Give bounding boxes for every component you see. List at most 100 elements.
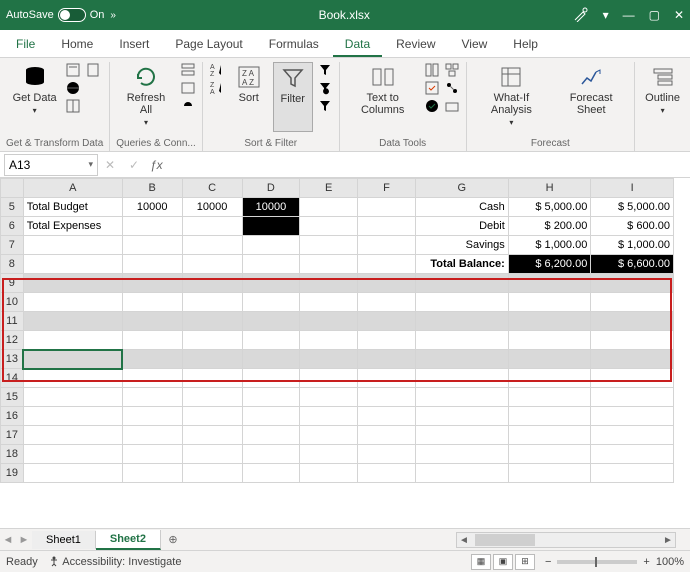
cell[interactable] xyxy=(415,312,508,331)
cell[interactable] xyxy=(415,350,508,369)
refresh-all-button[interactable]: Refresh All ▾ xyxy=(116,62,175,132)
sort-za-icon[interactable]: ZA xyxy=(209,80,225,96)
cell[interactable] xyxy=(300,388,358,407)
cell[interactable]: 10000 xyxy=(122,198,182,217)
cell[interactable] xyxy=(300,274,358,293)
flash-fill-icon[interactable] xyxy=(424,62,440,78)
reapply-icon[interactable] xyxy=(317,80,333,96)
cell[interactable]: 10000 xyxy=(182,198,242,217)
data-model-icon[interactable] xyxy=(444,98,460,114)
cell[interactable] xyxy=(358,274,416,293)
cell[interactable] xyxy=(122,274,182,293)
zoom-slider[interactable] xyxy=(557,560,637,564)
cell[interactable] xyxy=(300,312,358,331)
cell[interactable] xyxy=(242,426,300,445)
cell[interactable] xyxy=(23,445,122,464)
cell[interactable] xyxy=(508,274,591,293)
col-header[interactable]: F xyxy=(358,179,416,198)
col-header[interactable]: G xyxy=(415,179,508,198)
row-header[interactable]: 16 xyxy=(1,407,24,426)
cell[interactable] xyxy=(122,388,182,407)
cell[interactable] xyxy=(182,350,242,369)
cell[interactable] xyxy=(415,369,508,388)
cell[interactable] xyxy=(358,350,416,369)
row-header[interactable]: 15 xyxy=(1,388,24,407)
cell[interactable] xyxy=(23,426,122,445)
cell[interactable] xyxy=(508,293,591,312)
cell[interactable] xyxy=(122,369,182,388)
cell[interactable] xyxy=(300,464,358,483)
cell[interactable]: Total Budget xyxy=(23,198,122,217)
zoom-out-button[interactable]: − xyxy=(545,556,551,568)
cell[interactable] xyxy=(591,331,674,350)
cell[interactable] xyxy=(508,426,591,445)
cell[interactable]: Savings xyxy=(415,236,508,255)
cell[interactable] xyxy=(358,407,416,426)
cell[interactable] xyxy=(242,464,300,483)
cell[interactable] xyxy=(415,388,508,407)
cell[interactable] xyxy=(182,407,242,426)
cell[interactable] xyxy=(122,255,182,274)
cell[interactable] xyxy=(242,369,300,388)
cell[interactable] xyxy=(300,445,358,464)
cell[interactable]: $ 5,000.00 xyxy=(508,198,591,217)
cell[interactable] xyxy=(122,426,182,445)
cell[interactable] xyxy=(122,350,182,369)
properties-icon[interactable] xyxy=(180,80,196,96)
cell[interactable] xyxy=(591,445,674,464)
cell[interactable] xyxy=(242,388,300,407)
cell[interactable] xyxy=(242,312,300,331)
col-header[interactable]: C xyxy=(182,179,242,198)
tab-home[interactable]: Home xyxy=(49,31,105,57)
col-header[interactable]: I xyxy=(591,179,674,198)
cell[interactable] xyxy=(415,464,508,483)
cell[interactable] xyxy=(300,255,358,274)
cell[interactable] xyxy=(182,236,242,255)
tab-view[interactable]: View xyxy=(450,31,500,57)
ribbon-display-icon[interactable]: ▾ xyxy=(603,8,609,22)
edit-links-icon[interactable] xyxy=(180,98,196,114)
cell[interactable] xyxy=(591,312,674,331)
zoom-level[interactable]: 100% xyxy=(656,556,684,568)
view-buttons[interactable]: ▦ ▣ ⊞ xyxy=(471,554,535,570)
cell[interactable]: Debit xyxy=(415,217,508,236)
cell[interactable] xyxy=(358,255,416,274)
row-header[interactable]: 9 xyxy=(1,274,24,293)
cell[interactable] xyxy=(23,236,122,255)
cell[interactable] xyxy=(182,217,242,236)
formula-input[interactable] xyxy=(167,154,690,176)
text-to-columns-button[interactable]: Text to Columns xyxy=(346,62,420,132)
cell[interactable] xyxy=(591,464,674,483)
tab-formulas[interactable]: Formulas xyxy=(257,31,331,57)
cell[interactable] xyxy=(182,388,242,407)
simplify-ribbon-icon[interactable] xyxy=(573,6,589,25)
cell[interactable] xyxy=(300,331,358,350)
cell[interactable] xyxy=(122,407,182,426)
sort-az-icon[interactable]: AZ xyxy=(209,62,225,78)
cell[interactable] xyxy=(300,369,358,388)
cell[interactable] xyxy=(23,312,122,331)
row-header[interactable]: 12 xyxy=(1,331,24,350)
tab-page-layout[interactable]: Page Layout xyxy=(163,31,254,57)
cell[interactable] xyxy=(508,369,591,388)
cell[interactable] xyxy=(358,198,416,217)
cell[interactable] xyxy=(358,445,416,464)
whatif-button[interactable]: What-If Analysis ▾ xyxy=(473,62,551,132)
page-break-view-icon[interactable]: ⊞ xyxy=(515,554,535,570)
sheet-tab-active[interactable]: Sheet2 xyxy=(96,530,161,550)
relationships-icon[interactable] xyxy=(444,80,460,96)
row-header[interactable]: 19 xyxy=(1,464,24,483)
cell[interactable] xyxy=(242,255,300,274)
cell[interactable] xyxy=(508,445,591,464)
sheet-nav-prev[interactable]: ◄ xyxy=(0,534,16,546)
cell[interactable] xyxy=(182,445,242,464)
cell[interactable]: $ 5,000.00 xyxy=(591,198,674,217)
row-header[interactable]: 17 xyxy=(1,426,24,445)
sort-button[interactable]: Z AA Z Sort xyxy=(229,62,269,132)
cell[interactable] xyxy=(591,426,674,445)
cell[interactable] xyxy=(182,274,242,293)
cell[interactable]: $ 1,000.00 xyxy=(508,236,591,255)
advanced-filter-icon[interactable] xyxy=(317,98,333,114)
cell[interactable] xyxy=(23,331,122,350)
cell[interactable] xyxy=(242,445,300,464)
